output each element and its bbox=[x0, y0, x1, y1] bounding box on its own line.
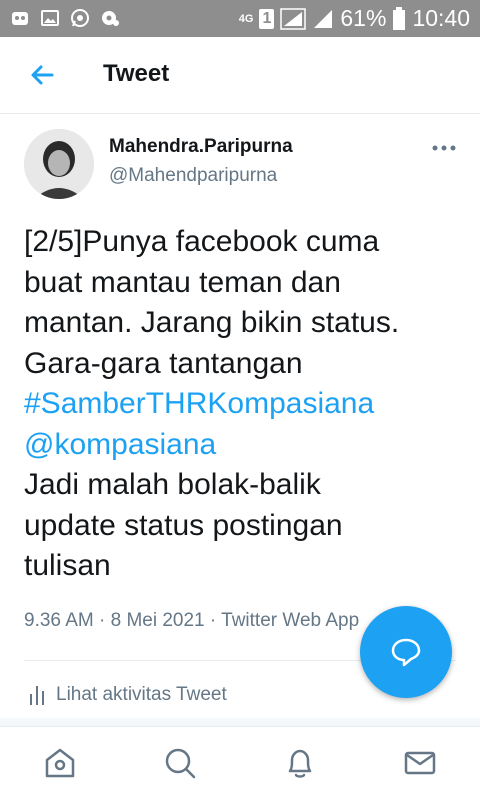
whatsapp-icon bbox=[71, 9, 89, 27]
bar-chart-icon bbox=[30, 686, 44, 705]
tweet-timestamp: 9.36 AM · 8 Mei 2021 · Twitter Web App bbox=[24, 610, 360, 631]
notification-app-icon bbox=[12, 12, 28, 25]
sim-indicator: 1 bbox=[259, 8, 275, 29]
reply-bubble-icon bbox=[391, 638, 421, 667]
back-arrow-icon[interactable] bbox=[26, 59, 58, 91]
view-activity-button[interactable]: Lihat aktivitas Tweet bbox=[28, 684, 227, 706]
status-bar: 4G 1 61% 10:40 bbox=[0, 0, 480, 37]
search-icon[interactable] bbox=[162, 745, 198, 781]
battery-percent: 61% bbox=[340, 5, 387, 31]
header: Tweet bbox=[0, 37, 480, 114]
gallery-icon bbox=[41, 10, 59, 26]
battery-icon bbox=[393, 6, 406, 30]
home-icon[interactable] bbox=[42, 745, 78, 781]
reply-fab-button[interactable] bbox=[360, 606, 452, 698]
tweet-line: Jadi malah bolak-balik bbox=[24, 468, 321, 501]
notifications-bell-icon[interactable] bbox=[282, 745, 318, 781]
hashtag-link[interactable]: #SamberTHRKompasiana bbox=[24, 384, 464, 425]
bottom-nav bbox=[0, 726, 480, 801]
page-title: Tweet bbox=[103, 60, 170, 87]
view-activity-label: Lihat aktivitas Tweet bbox=[56, 684, 227, 705]
signal-icon bbox=[280, 7, 307, 30]
tweet-text: [2/5]Punya facebook cuma buat mantau tem… bbox=[24, 222, 464, 587]
clock: 10:40 bbox=[412, 5, 470, 31]
tweet-line: tulisan bbox=[24, 549, 111, 582]
avatar[interactable] bbox=[24, 129, 94, 199]
tweet-line: [2/5]Punya facebook cuma bbox=[24, 225, 380, 258]
messages-mail-icon[interactable] bbox=[402, 745, 438, 781]
settings-notification-icon bbox=[102, 11, 119, 26]
avatar-image bbox=[24, 129, 94, 199]
tweet-line: update status postingan bbox=[24, 508, 343, 542]
network-type: 4G bbox=[238, 12, 254, 25]
tweet-line: mantan. Jarang bikin status. bbox=[24, 306, 400, 339]
section-separator bbox=[0, 718, 480, 726]
mention-link[interactable]: @kompasiana bbox=[24, 425, 464, 466]
tweet-line: buat mantau teman dan bbox=[24, 265, 341, 299]
signal-icon-2 bbox=[314, 9, 333, 28]
author-handle[interactable]: @Mahendparipurna bbox=[109, 165, 277, 187]
tweet-line: Gara-gara tantangan bbox=[24, 346, 303, 380]
more-dots-icon[interactable] bbox=[430, 138, 458, 158]
author-name[interactable]: Mahendra.Paripurna bbox=[109, 136, 293, 158]
